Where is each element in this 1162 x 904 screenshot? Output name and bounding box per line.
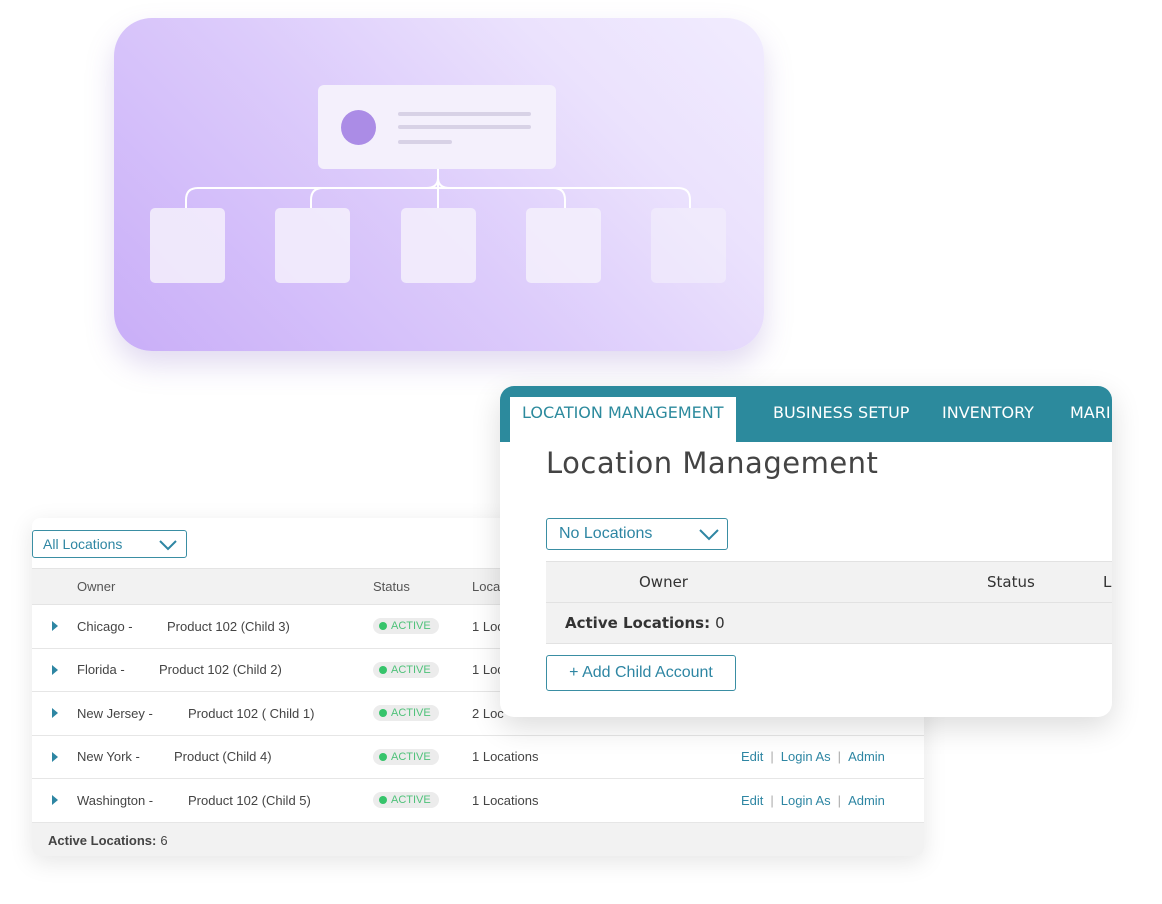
row-actions: Edit | Login As | Admin — [741, 792, 885, 808]
owner-product: Product 102 ( Child 1) — [188, 705, 315, 721]
text-placeholder-line — [398, 112, 531, 116]
parent-account-node — [318, 85, 556, 169]
status-badge: ACTIVE — [373, 649, 439, 692]
active-locations-summary: Active Locations: 0 — [546, 603, 1112, 644]
summary-count: 0 — [715, 614, 725, 632]
summary-label: Active Locations: — [48, 832, 157, 848]
owner-product: Product 102 (Child 3) — [167, 618, 290, 634]
status-dot-icon — [379, 622, 387, 631]
locations-count: 1 Locations — [472, 749, 539, 765]
top-nav-tabs: LOCATION MANAGEMENT BUSINESS SETUP INVEN… — [500, 386, 1112, 442]
active-locations-summary: Active Locations: 6 — [32, 822, 924, 856]
child-account-node — [150, 208, 225, 283]
owner-city: New Jersey - — [77, 705, 153, 721]
summary-count: 6 — [160, 832, 168, 848]
tab-marketing[interactable]: MARI — [1070, 397, 1111, 442]
add-child-account-button[interactable]: + Add Child Account — [546, 655, 736, 691]
locations-column-header: Loca — [472, 579, 501, 594]
owner-column-header: Owner — [77, 579, 116, 594]
login-as-link[interactable]: Login As — [781, 793, 831, 808]
owner-city: Florida - — [77, 662, 125, 678]
location-filter-dropdown[interactable]: All Locations — [32, 530, 187, 558]
table-row: Washington - Product 102 (Child 5) ACTIV… — [32, 779, 924, 823]
row-actions: Edit | Login As | Admin — [741, 749, 885, 765]
hierarchy-connector-lines — [185, 169, 691, 208]
expand-caret-icon[interactable] — [52, 664, 58, 675]
tab-location-management[interactable]: LOCATION MANAGEMENT — [510, 397, 736, 442]
chevron-down-icon — [699, 529, 719, 541]
status-badge: ACTIVE — [373, 692, 439, 735]
table-row: New York - Product (Child 4) ACTIVE 1 Lo… — [32, 736, 924, 779]
tab-business-setup[interactable]: BUSINESS SETUP — [773, 397, 909, 442]
owner-product: Product 102 (Child 2) — [159, 662, 282, 678]
admin-link[interactable]: Admin — [848, 749, 885, 764]
location-filter-value: No Locations — [559, 525, 653, 542]
status-dot-icon — [379, 752, 387, 761]
table-header: Owner Status L — [546, 561, 1112, 603]
page-title: Location Management — [546, 446, 879, 480]
hierarchy-illustration — [114, 18, 764, 351]
tab-inventory[interactable]: INVENTORY — [942, 397, 1034, 442]
expand-caret-icon[interactable] — [52, 751, 58, 762]
child-account-node — [275, 208, 350, 283]
owner-product: Product 102 (Child 5) — [188, 792, 311, 808]
status-column-header: Status — [987, 573, 1035, 591]
child-account-node — [401, 208, 476, 283]
owner-city: Washington - — [77, 792, 154, 808]
location-management-panel: LOCATION MANAGEMENT BUSINESS SETUP INVEN… — [500, 386, 1112, 717]
edit-link[interactable]: Edit — [741, 793, 763, 808]
child-account-node — [526, 208, 601, 283]
owner-column-header: Owner — [639, 573, 688, 591]
location-filter-dropdown[interactable]: No Locations — [546, 518, 728, 550]
edit-link[interactable]: Edit — [741, 749, 763, 764]
summary-label: Active Locations: — [565, 614, 711, 632]
expand-caret-icon[interactable] — [52, 708, 58, 719]
status-dot-icon — [379, 665, 387, 674]
login-as-link[interactable]: Login As — [781, 749, 831, 764]
status-badge: ACTIVE — [373, 605, 439, 648]
locations-count: 1 Locations — [472, 792, 539, 808]
location-filter-value: All Locations — [43, 536, 123, 552]
owner-city: Chicago - — [77, 618, 133, 634]
text-placeholder-line — [398, 125, 531, 129]
status-dot-icon — [379, 796, 387, 805]
chevron-down-icon — [159, 540, 177, 551]
status-dot-icon — [379, 709, 387, 718]
owner-product: Product (Child 4) — [174, 749, 272, 765]
admin-link[interactable]: Admin — [848, 793, 885, 808]
child-account-node — [651, 208, 726, 283]
expand-caret-icon[interactable] — [52, 795, 58, 806]
owner-city: New York - — [77, 749, 140, 765]
text-placeholder-line — [398, 140, 452, 144]
status-badge: ACTIVE — [373, 779, 439, 822]
status-column-header: Status — [373, 579, 410, 594]
status-badge: ACTIVE — [373, 736, 439, 779]
expand-caret-icon[interactable] — [52, 621, 58, 632]
locations-column-header: L — [1103, 573, 1112, 591]
avatar — [341, 110, 376, 145]
